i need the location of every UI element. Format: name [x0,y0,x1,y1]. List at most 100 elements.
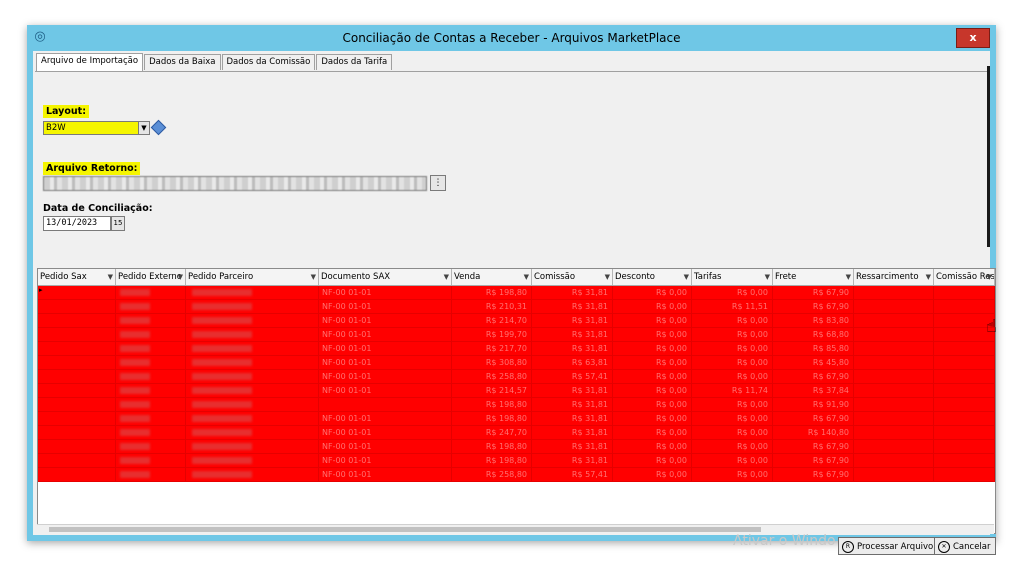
table-row[interactable]: NF-00 01-01 R$ 247,70 R$ 31,81 R$ 0,00 R$ 0,… [38,426,995,440]
table-cell: R$ 67,90 [773,286,854,299]
table-cell [934,398,995,411]
redacted-value [192,387,252,394]
filter-icon[interactable]: ▼ [524,269,529,285]
arquivo-retorno-input[interactable] [43,176,427,191]
client-area: Arquivo de Importação Dados da Baixa Dad… [33,51,996,555]
column-header[interactable]: Venda ▼ [452,269,532,285]
table-cell: R$ 308,80 [452,356,532,369]
column-header[interactable]: Frete ▼ [773,269,854,285]
table-cell [186,328,319,341]
column-header[interactable]: Desconto ▼ [613,269,692,285]
table-cell: NF-00 01-01 [319,328,452,341]
table-cell: NF-00 01-01 [319,356,452,369]
table-cell [116,468,186,481]
table-cell [854,440,934,453]
column-header[interactable]: Pedido Externo ▼ [116,269,186,285]
activation-watermark: Ativar o Windo [733,533,836,549]
filter-icon[interactable]: ▼ [444,269,449,285]
table-cell: R$ 68,80 [773,328,854,341]
close-button[interactable]: x [956,28,990,48]
table-cell [186,286,319,299]
diamond-icon[interactable] [150,119,167,136]
filter-icon[interactable]: ▼ [987,269,992,285]
tab-dados-comissao[interactable]: Dados da Comissão [221,54,316,70]
filter-icon[interactable]: ▼ [311,269,316,285]
redacted-value [192,331,252,338]
table-cell: R$ 31,81 [532,384,613,397]
table-row[interactable]: NF-00 01-01 R$ 199,70 R$ 31,81 R$ 0,00 R$ 0,… [38,328,995,342]
cancelar-button[interactable]: ✕ Cancelar [934,537,996,555]
table-cell [934,370,995,383]
column-header[interactable]: Tarifas ▼ [692,269,773,285]
table-cell: R$ 140,80 [773,426,854,439]
redacted-value [120,345,150,352]
column-header[interactable]: Comissão ▼ [532,269,613,285]
table-row[interactable]: NF-00 01-01 R$ 258,80 R$ 57,41 R$ 0,00 R$ 0,… [38,370,995,384]
title-bar[interactable]: ◎ Conciliação de Contas a Receber - Arqu… [27,25,996,51]
column-header[interactable]: Pedido Sax ▼ [38,269,116,285]
table-cell [854,342,934,355]
window-edge [987,66,990,247]
data-conciliacao-input[interactable]: 13/01/2023 [43,216,111,231]
table-cell [116,342,186,355]
tab-arquivo-importacao[interactable]: Arquivo de Importação [36,53,144,71]
window-title: Conciliação de Contas a Receber - Arquiv… [342,31,681,45]
data-grid[interactable]: Pedido Sax ▼ Pedido Externo ▼ Pedido Parceir… [37,268,996,534]
table-row[interactable]: NF-00 01-01 R$ 308,80 R$ 63,81 R$ 0,00 R$ 0,… [38,356,995,370]
filter-icon[interactable]: ▼ [178,269,183,285]
table-cell [116,370,186,383]
table-row[interactable]: NF-00 01-01 R$ 198,80 R$ 31,81 R$ 0,00 R$ 0,… [38,412,995,426]
table-row[interactable]: NF-00 01-01 R$ 214,70 R$ 31,81 R$ 0,00 R$ 0,… [38,314,995,328]
table-cell: R$ 31,81 [532,342,613,355]
filter-icon[interactable]: ▼ [108,269,113,285]
table-cell: R$ 31,81 [532,398,613,411]
filter-icon[interactable]: ▼ [926,269,931,285]
table-row[interactable]: R$ 198,80 R$ 31,81 R$ 0,00 R$ 0,00 R$ 91,90 [38,398,995,412]
table-row[interactable]: NF-00 01-01 R$ 198,80 R$ 31,81 R$ 0,00 R$ 0,… [38,286,995,300]
table-cell [38,412,116,425]
redacted-value [192,457,252,464]
table-cell: R$ 198,80 [452,286,532,299]
column-header[interactable]: Ressarcimento ▼ [854,269,934,285]
table-cell: R$ 31,81 [532,328,613,341]
filter-icon[interactable]: ▼ [684,269,689,285]
redacted-value [120,471,150,478]
column-header[interactable]: Pedido Parceiro ▼ [186,269,319,285]
table-cell: R$ 67,90 [773,440,854,453]
table-cell [38,300,116,313]
table-cell: R$ 198,80 [452,440,532,453]
column-header[interactable]: Documento SAX ▼ [319,269,452,285]
table-cell [38,286,116,299]
table-cell: R$ 0,00 [692,412,773,425]
browse-file-icon[interactable]: ⋮ [430,175,446,191]
column-header-label: Frete [775,272,797,282]
redacted-value [120,387,150,394]
table-cell [38,426,116,439]
horizontal-scrollbar[interactable] [37,524,994,534]
filter-icon[interactable]: ▼ [846,269,851,285]
table-row[interactable]: NF-00 01-01 R$ 258,80 R$ 57,41 R$ 0,00 R$ 0,… [38,468,995,482]
processar-arquivo-button[interactable]: R Processar Arquivo [838,537,939,555]
tab-dados-baixa[interactable]: Dados da Baixa [144,54,221,70]
table-cell: R$ 0,00 [692,328,773,341]
table-row[interactable]: NF-00 01-01 R$ 210,31 R$ 31,81 R$ 0,00 R$ 11… [38,300,995,314]
chevron-down-icon[interactable]: ▼ [138,121,150,135]
tab-dados-tarifa[interactable]: Dados da Tarifa [316,54,393,70]
table-row[interactable]: NF-00 01-01 R$ 214,57 R$ 31,81 R$ 0,00 R$ 11… [38,384,995,398]
table-row[interactable]: NF-00 01-01 R$ 217,70 R$ 31,81 R$ 0,00 R$ 0,… [38,342,995,356]
column-header[interactable]: Comissão Ress ▼ [934,269,995,285]
calendar-icon[interactable]: 15 [111,216,125,231]
table-cell [934,342,995,355]
scrollbar-thumb[interactable] [49,527,761,532]
layout-select[interactable]: B2W [43,121,150,135]
table-cell [854,356,934,369]
table-cell: R$ 0,00 [692,356,773,369]
table-cell: R$ 45,80 [773,356,854,369]
filter-icon[interactable]: ▼ [765,269,770,285]
redacted-value [120,317,150,324]
table-row[interactable]: NF-00 01-01 R$ 198,80 R$ 31,81 R$ 0,00 R$ 0,… [38,454,995,468]
table-cell: NF-00 01-01 [319,286,452,299]
table-row[interactable]: NF-00 01-01 R$ 198,80 R$ 31,81 R$ 0,00 R$ 0,… [38,440,995,454]
filter-icon[interactable]: ▼ [605,269,610,285]
table-cell [38,398,116,411]
